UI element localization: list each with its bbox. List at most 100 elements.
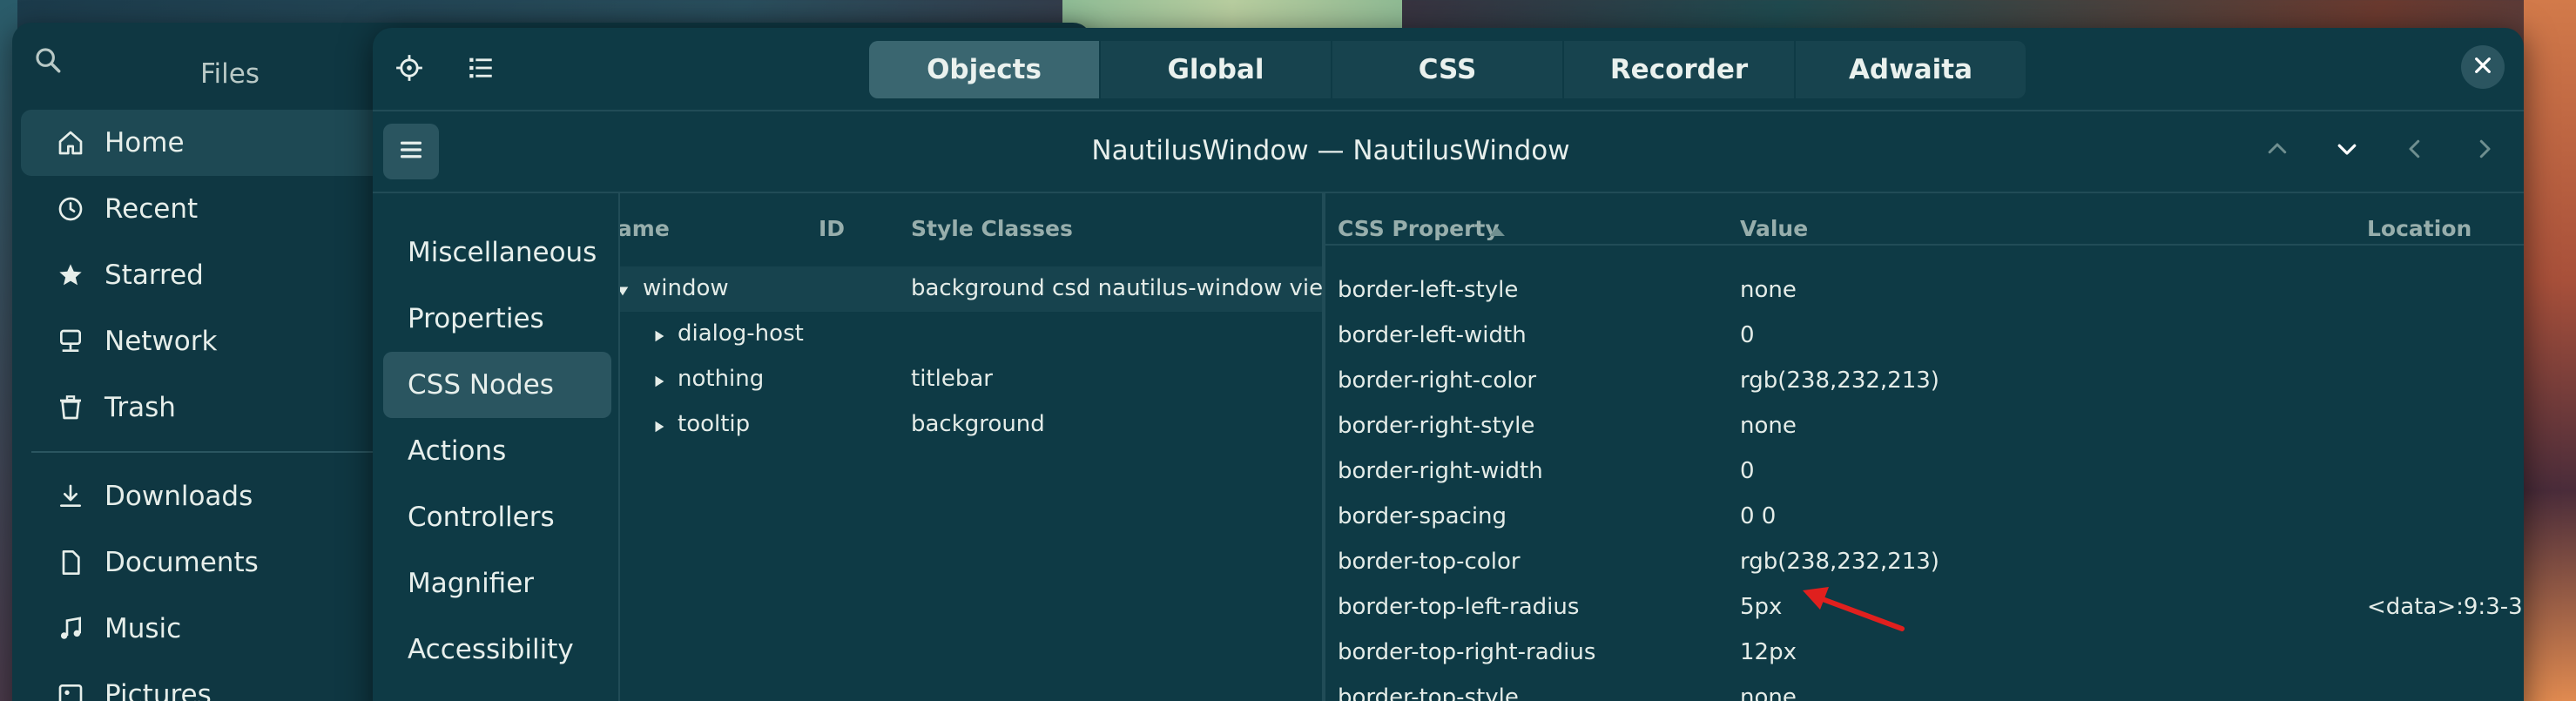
sidebar-item-label: Documents xyxy=(105,547,259,578)
inspector-tabs: Objects Global CSS Recorder Adwaita xyxy=(869,41,2026,98)
table-row[interactable]: border-top-right-radius 12px xyxy=(1325,630,2524,676)
music-icon xyxy=(56,614,85,644)
table-row[interactable]: border-top-left-radius 5px <data>:9:3-30 xyxy=(1325,585,2524,630)
node-name: dialog-host xyxy=(678,320,804,347)
next-sibling-button[interactable] xyxy=(2465,131,2505,171)
files-header: Files xyxy=(12,23,378,110)
page-actions[interactable]: Actions xyxy=(383,418,611,484)
page-miscellaneous[interactable]: Miscellaneous xyxy=(383,219,611,286)
tree-row[interactable]: tooltip background xyxy=(620,402,1322,448)
sidebar-item-network[interactable]: Network xyxy=(21,308,387,374)
property-name: border-top-left-radius xyxy=(1338,594,1580,620)
column-header-id[interactable]: ID xyxy=(819,216,845,241)
page-controllers[interactable]: Controllers xyxy=(383,484,611,550)
property-value: 0 xyxy=(1740,458,1755,484)
search-icon[interactable] xyxy=(33,45,68,80)
wallpaper-right xyxy=(2524,0,2576,701)
sidebar-item-label: Recent xyxy=(105,193,199,225)
sidebar-item-home[interactable]: Home xyxy=(21,110,387,176)
css-nodes-tree: Name ID Style Classes window background … xyxy=(620,193,1325,701)
previous-sibling-button[interactable] xyxy=(2395,131,2435,171)
css-properties-table: CSS Property Value Location border-left-… xyxy=(1325,193,2524,701)
table-row[interactable]: border-top-color rgb(238,232,213) xyxy=(1325,540,2524,585)
page-css-nodes[interactable]: CSS Nodes xyxy=(383,352,611,418)
expander-open-icon[interactable] xyxy=(620,280,632,299)
select-object-button[interactable] xyxy=(387,47,432,92)
parent-object-button[interactable] xyxy=(2257,131,2297,171)
page-properties[interactable]: Properties xyxy=(383,286,611,352)
tab-global[interactable]: Global xyxy=(1099,41,1331,98)
tree-row[interactable]: window background csd nautilus-window vi… xyxy=(620,266,1322,312)
hamburger-menu-button[interactable] xyxy=(383,124,439,179)
sidebar-item-label: Pictures xyxy=(105,679,212,701)
table-row[interactable]: border-left-width 0 xyxy=(1325,313,2524,359)
tree-row[interactable]: nothing titlebar xyxy=(620,357,1322,402)
property-value: 12px xyxy=(1740,639,1797,665)
sort-ascending-icon xyxy=(1487,225,1507,237)
column-header-name[interactable]: Name xyxy=(620,216,670,241)
property-value: rgb(238,232,213) xyxy=(1740,549,1939,575)
properties-header: CSS Property Value Location xyxy=(1325,193,2524,246)
property-name: border-top-color xyxy=(1338,549,1521,575)
sidebar-item-label: Trash xyxy=(105,392,176,423)
sidebar-item-recent[interactable]: Recent xyxy=(21,176,387,242)
page-magnifier[interactable]: Magnifier xyxy=(383,550,611,617)
sidebar-item-pictures[interactable]: Pictures xyxy=(21,662,387,701)
tab-css[interactable]: CSS xyxy=(1331,41,1562,98)
tab-objects[interactable]: Objects xyxy=(869,41,1099,98)
property-name: border-left-style xyxy=(1338,277,1519,303)
page-accessibility[interactable]: Accessibility xyxy=(383,617,611,683)
property-value: 0 xyxy=(1740,322,1755,348)
sidebar-divider xyxy=(31,451,376,453)
document-icon xyxy=(56,548,85,577)
crosshair-icon xyxy=(394,53,424,86)
sidebar-item-starred[interactable]: Starred xyxy=(21,242,387,308)
table-row[interactable]: border-right-style none xyxy=(1325,404,2524,449)
sidebar-item-label: Downloads xyxy=(105,481,253,512)
sidebar-item-documents[interactable]: Documents xyxy=(21,529,387,596)
expander-closed-icon[interactable] xyxy=(651,370,669,389)
table-row[interactable]: border-right-color rgb(238,232,213) xyxy=(1325,359,2524,404)
chevron-right-icon xyxy=(2471,136,2498,165)
column-header-css-property[interactable]: CSS Property xyxy=(1338,216,1500,241)
column-header-location[interactable]: Location xyxy=(2367,216,2471,241)
expander-closed-icon[interactable] xyxy=(651,325,669,344)
show-details-button[interactable] xyxy=(458,47,503,92)
sidebar-item-label: Music xyxy=(105,613,182,644)
property-value: 0 0 xyxy=(1740,503,1777,529)
sidebar-item-trash[interactable]: Trash xyxy=(21,374,387,441)
table-row[interactable]: border-left-style none xyxy=(1325,268,2524,313)
close-button[interactable] xyxy=(2461,45,2505,89)
property-location: <data>:9:3-30 xyxy=(2367,594,2524,620)
table-row[interactable]: border-top-style none xyxy=(1325,676,2524,701)
child-object-button[interactable] xyxy=(2327,131,2367,171)
tree-row[interactable]: dialog-host xyxy=(620,312,1322,357)
object-pages-list: Miscellaneous Properties CSS Nodes Actio… xyxy=(373,193,620,701)
sidebar-item-label: Home xyxy=(105,127,185,158)
annotation-arrow-icon xyxy=(1803,587,1905,631)
property-name: border-right-width xyxy=(1338,458,1543,484)
column-header-value[interactable]: Value xyxy=(1740,216,1808,241)
trash-icon xyxy=(56,393,85,422)
table-row[interactable]: border-spacing 0 0 xyxy=(1325,495,2524,540)
clock-icon xyxy=(56,194,85,224)
table-row[interactable]: border-right-width 0 xyxy=(1325,449,2524,495)
hamburger-icon xyxy=(397,136,425,167)
tab-recorder[interactable]: Recorder xyxy=(1562,41,1794,98)
close-icon xyxy=(2473,56,2492,78)
inspector-header: Objects Global CSS Recorder Adwaita xyxy=(373,28,2524,111)
inspector-body: Miscellaneous Properties CSS Nodes Actio… xyxy=(373,193,2524,701)
column-header-style-classes[interactable]: Style Classes xyxy=(911,216,1073,241)
picture-icon xyxy=(56,680,85,701)
property-name: border-left-width xyxy=(1338,322,1527,348)
tab-adwaita[interactable]: Adwaita xyxy=(1794,41,2026,98)
wallpaper-glow xyxy=(1062,0,1402,28)
chevron-down-icon xyxy=(2334,136,2360,165)
files-sidebar: Home Recent Starred Network Trash Downlo… xyxy=(21,110,387,701)
sidebar-item-downloads[interactable]: Downloads xyxy=(21,463,387,529)
property-name: border-right-style xyxy=(1338,413,1535,439)
sidebar-item-music[interactable]: Music xyxy=(21,596,387,662)
property-value: rgb(238,232,213) xyxy=(1740,367,1939,394)
object-title: NautilusWindow — NautilusWindow xyxy=(1091,135,1570,166)
expander-closed-icon[interactable] xyxy=(651,415,669,435)
